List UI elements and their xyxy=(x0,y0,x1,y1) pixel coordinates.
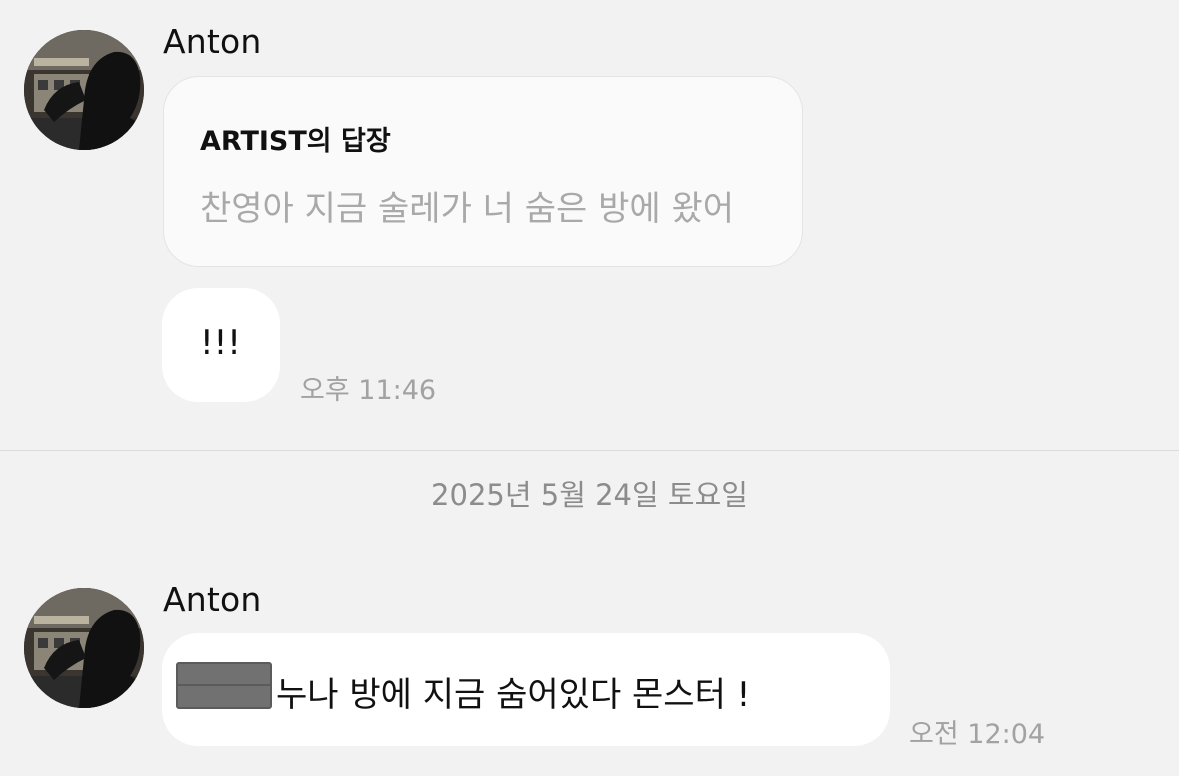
reply-title: ARTIST의 답장 xyxy=(200,126,391,157)
reply-quote-text: 찬영아 지금 술레가 너 숨은 방에 왔어 xyxy=(200,189,735,229)
message-bubble[interactable]: 누나 방에 지금 숨어있다 몬스터 ! xyxy=(162,633,890,746)
sender-name: Anton xyxy=(163,580,262,619)
sender-avatar[interactable] xyxy=(24,588,144,708)
message-timestamp: 오후 11:46 xyxy=(300,375,437,406)
message-text: 누나 방에 지금 숨어있다 몬스터 ! xyxy=(276,675,751,715)
avatar-photo-icon xyxy=(24,588,144,708)
redacted-block xyxy=(176,662,272,709)
sender-name: Anton xyxy=(163,22,262,61)
section-divider xyxy=(0,450,1179,451)
message-bubble[interactable]: !!! xyxy=(162,288,280,402)
avatar-photo-icon xyxy=(24,30,144,150)
date-separator: 2025년 5월 24일 토요일 xyxy=(431,478,748,512)
sender-avatar[interactable] xyxy=(24,30,144,150)
message-timestamp: 오전 12:04 xyxy=(909,719,1046,750)
reply-preview-card[interactable]: ARTIST의 답장 찬영아 지금 술레가 너 숨은 방에 왔어 xyxy=(163,76,803,267)
message-text: !!! xyxy=(200,323,241,363)
